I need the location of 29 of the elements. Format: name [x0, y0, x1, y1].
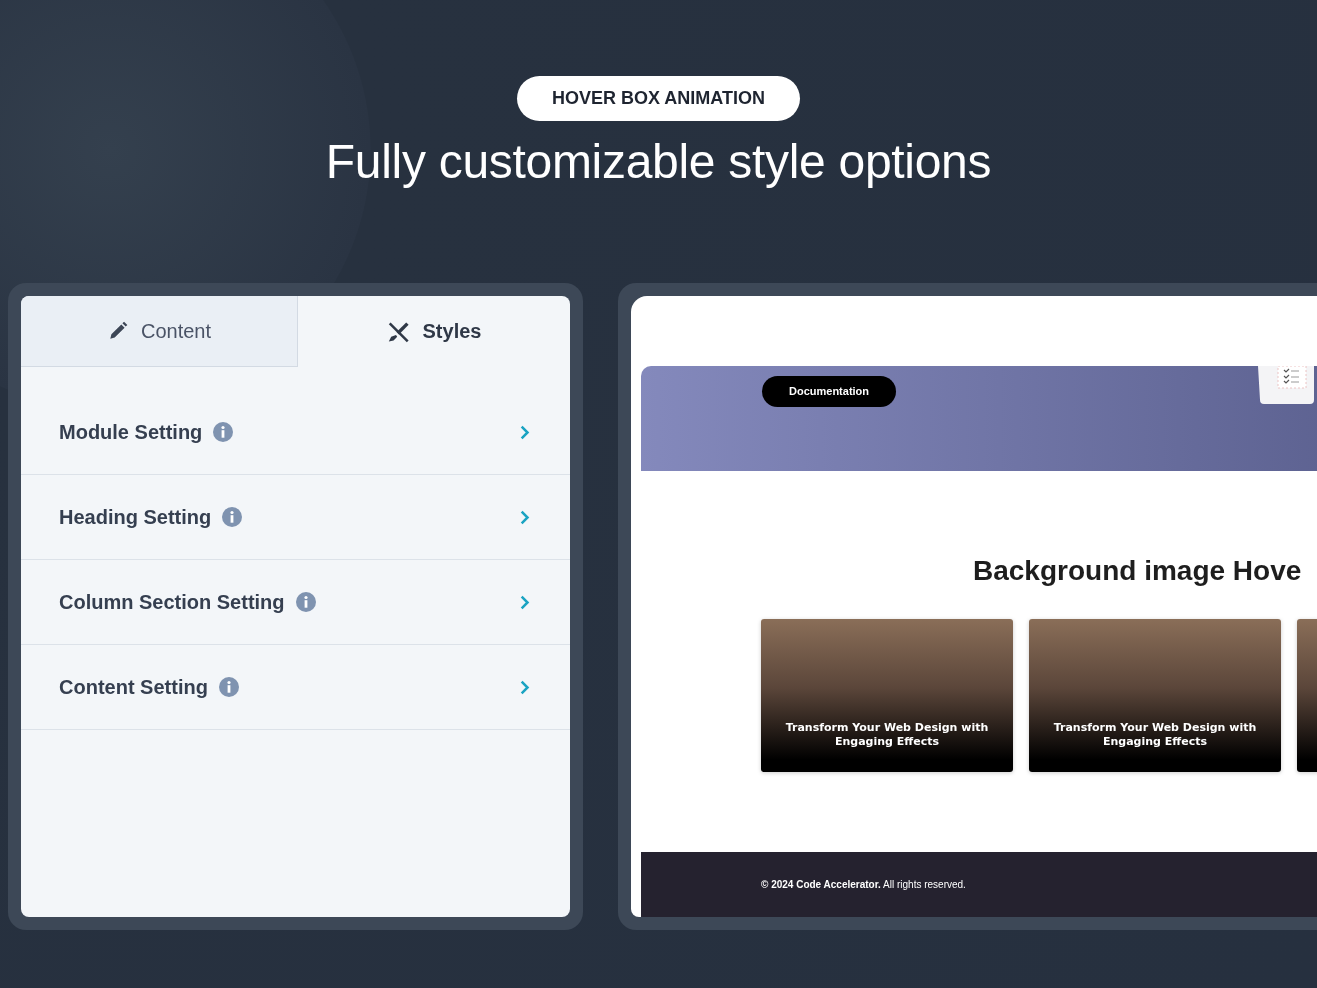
settings-row[interactable]: Heading Setting: [21, 475, 570, 560]
settings-row[interactable]: Column Section Setting: [21, 560, 570, 645]
section-heading: Background image Hove: [973, 555, 1303, 587]
copyright-text: © 2024 Code Accelerator. All rights reserved.: [761, 879, 966, 890]
card-title: Transform Your Web Design with Engaging Effects: [1052, 721, 1258, 749]
setting-label: Heading Setting: [59, 505, 212, 529]
chevron-right-icon[interactable]: [520, 678, 530, 696]
image-card[interactable]: Transform Your Web Design with Engaging Effects: [761, 619, 1013, 772]
section-badge: HOVER BOX ANIMATION: [517, 76, 800, 121]
setting-label: Module Setting: [59, 420, 203, 444]
documentation-button[interactable]: Documentation: [762, 376, 897, 407]
info-icon[interactable]: [218, 677, 239, 697]
settings-row[interactable]: Content Setting: [21, 645, 570, 730]
checklist-document-icon: [1258, 366, 1314, 404]
tab[interactable]: Styles: [298, 296, 570, 367]
chevron-right-icon[interactable]: [520, 508, 530, 526]
crossed-tools-icon: [386, 319, 411, 344]
info-icon[interactable]: [295, 592, 316, 612]
setting-label: Column Section Setting: [59, 590, 285, 614]
tab[interactable]: Content: [21, 296, 298, 367]
setting-label: Content Setting: [59, 675, 208, 699]
page-title: Fully customizable style options: [325, 134, 992, 190]
image-card[interactable]: Transform Your Web Design with Engaging Effects: [1029, 619, 1281, 772]
chevron-right-icon[interactable]: [520, 423, 530, 441]
settings-row[interactable]: Module Setting: [21, 390, 570, 475]
info-icon[interactable]: [213, 422, 234, 442]
card-title: Transform Your Web Design with Engaging Effects: [784, 721, 990, 749]
info-icon[interactable]: [222, 507, 243, 527]
chevron-right-icon[interactable]: [520, 593, 530, 611]
